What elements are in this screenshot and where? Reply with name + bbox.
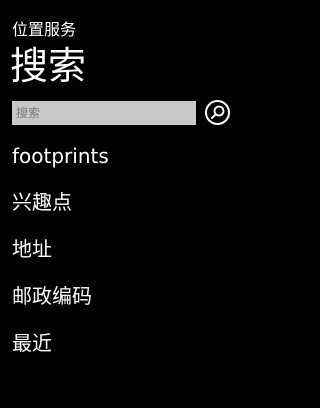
menu-item-postal-code[interactable]: 邮政编码 — [12, 283, 92, 309]
menu-item-points-of-interest[interactable]: 兴趣点 — [12, 189, 72, 215]
search-input[interactable] — [12, 101, 196, 125]
search-icon — [211, 105, 225, 119]
page-title: 搜索 — [10, 44, 87, 88]
menu-item-footprints[interactable]: footprints — [12, 143, 109, 169]
app-title: 位置服务 — [12, 20, 77, 39]
menu-item-recent[interactable]: 最近 — [12, 330, 52, 356]
menu-item-address[interactable]: 地址 — [12, 236, 52, 262]
search-button[interactable] — [205, 100, 230, 125]
